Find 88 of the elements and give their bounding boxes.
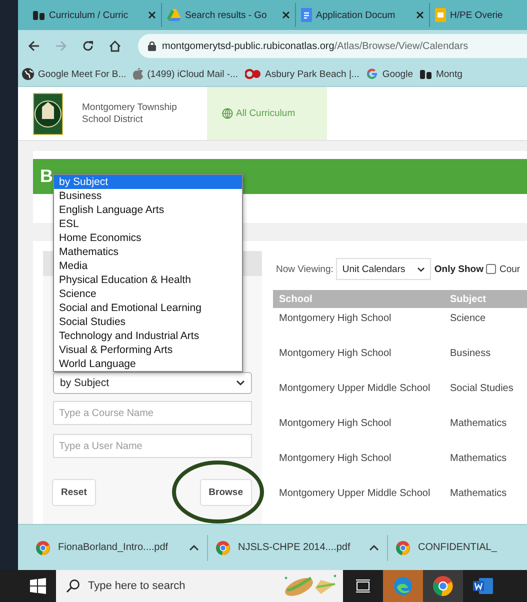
checkbox[interactable] bbox=[486, 264, 496, 274]
dropdown-option[interactable]: World Language bbox=[54, 357, 242, 371]
table-cell-text: Montgomery High School bbox=[278, 417, 392, 431]
dropdown-option[interactable]: Technology and Industrial Arts bbox=[54, 329, 242, 343]
logo-icon bbox=[33, 10, 45, 20]
task-view-icon[interactable] bbox=[356, 579, 370, 593]
download-item[interactable]: FionaBorland_Intro....pdf bbox=[28, 534, 208, 560]
download-item[interactable]: NJSLS-CHPE 2014....pdf bbox=[208, 534, 388, 560]
browse-button[interactable]: Browse bbox=[200, 479, 252, 506]
course-name-field[interactable]: Type a Course Name bbox=[53, 401, 252, 425]
dropdown-option[interactable]: Home Economics bbox=[54, 231, 242, 245]
logo-icon bbox=[420, 68, 432, 80]
table-cell-text: Mathematics bbox=[449, 452, 508, 466]
now-viewing-label: Now Viewing: bbox=[276, 264, 334, 274]
table-cell-text: Mathematics bbox=[449, 417, 508, 431]
back-arrow-icon[interactable] bbox=[28, 40, 40, 52]
tab-title: Application Docum bbox=[316, 10, 396, 20]
url-text: montgomerytsd-public.rubiconatlas.org/Atlas/Browse/View/Calendars bbox=[162, 40, 468, 52]
browser-tab[interactable]: H/PE Overie bbox=[430, 3, 527, 27]
bookmark-item[interactable]: Montg bbox=[420, 68, 462, 80]
dropdown-option[interactable]: Media bbox=[54, 259, 242, 273]
taskbar-search-field[interactable]: Type here to search bbox=[56, 570, 343, 602]
only-show-label: Only Show bbox=[434, 264, 484, 274]
globe-icon bbox=[222, 108, 233, 119]
dropdown-option[interactable]: Social and Emotional Learning bbox=[54, 301, 242, 315]
triangle-icon bbox=[167, 9, 181, 21]
table-cell-text: Montgomery Upper Middle School bbox=[278, 382, 432, 396]
table-cell-text: Social Studies bbox=[449, 382, 514, 396]
dropdown-option[interactable]: Science bbox=[54, 287, 242, 301]
user-name-field[interactable]: Type a User Name bbox=[53, 434, 252, 458]
tab-title: H/PE Overie bbox=[450, 10, 504, 20]
browser-tab[interactable]: Curriculum / Curric bbox=[28, 3, 162, 27]
word-app-icon[interactable] bbox=[473, 577, 493, 595]
bookmark-item[interactable]: (1499) iCloud Mail -... bbox=[133, 68, 238, 80]
google-g-icon bbox=[366, 68, 378, 80]
reset-button[interactable]: Reset bbox=[52, 479, 96, 506]
column-header: School bbox=[278, 292, 314, 306]
download-item[interactable]: CONFIDENTIAL_ bbox=[388, 534, 527, 560]
bookmark-item[interactable]: Google Meet For B... bbox=[22, 68, 126, 80]
document-icon bbox=[301, 8, 312, 22]
chrome-icon bbox=[216, 540, 230, 554]
dropdown-option[interactable]: Mathematics bbox=[54, 245, 242, 259]
chevron-up-icon[interactable] bbox=[189, 544, 199, 550]
search-icon bbox=[66, 579, 80, 593]
chevron-down-icon bbox=[236, 380, 245, 386]
table-cell-text: Business bbox=[449, 347, 492, 361]
view-select[interactable]: Unit Calendars bbox=[336, 258, 432, 280]
close-icon[interactable] bbox=[416, 11, 424, 19]
chrome-taskbar-icon[interactable] bbox=[423, 570, 463, 602]
bookmark-item[interactable]: Google bbox=[366, 68, 413, 80]
table-cell-text: Mathematics bbox=[449, 487, 508, 501]
dropdown-option[interactable]: Physical Education & Health bbox=[54, 273, 242, 287]
close-icon[interactable] bbox=[282, 11, 290, 19]
windows-start-icon[interactable] bbox=[30, 578, 46, 594]
chrome-icon bbox=[396, 540, 410, 554]
dropdown-option[interactable]: Social Studies bbox=[54, 315, 242, 329]
reload-icon[interactable] bbox=[82, 40, 94, 52]
slides-icon bbox=[435, 8, 446, 22]
table-cell-text: Montgomery High School bbox=[278, 452, 392, 466]
dropdown-option[interactable]: Visual & Performing Arts bbox=[54, 343, 242, 357]
dropdown-option[interactable]: English Language Arts bbox=[54, 203, 242, 217]
globe-icon bbox=[22, 68, 34, 80]
apple-icon bbox=[133, 68, 144, 80]
dropdown-option[interactable]: by Subject bbox=[54, 175, 242, 189]
subject-select[interactable]: by Subject bbox=[53, 372, 252, 394]
table-cell-text: Montgomery High School bbox=[278, 347, 392, 361]
table-cell-text: Montgomery Upper Middle School bbox=[278, 487, 432, 501]
tab-title: Search results - Go bbox=[185, 10, 268, 20]
bookmark-item[interactable]: Asbury Park Beach |... bbox=[245, 68, 360, 80]
close-icon[interactable] bbox=[148, 11, 156, 19]
chevron-down-icon bbox=[417, 266, 426, 272]
sandwich-drawing bbox=[283, 574, 339, 598]
home-icon[interactable] bbox=[109, 40, 121, 52]
browser-tab[interactable]: Application Docum bbox=[296, 3, 430, 27]
address-bar[interactable]: montgomerytsd-public.rubiconatlas.org/Atlas/Browse/View/Calendars bbox=[138, 34, 527, 58]
checkbox-label: Cour bbox=[499, 264, 520, 274]
logo-icon bbox=[245, 69, 261, 79]
tab-title: Curriculum / Curric bbox=[49, 10, 130, 20]
dropdown-option[interactable]: ESL bbox=[54, 217, 242, 231]
column-header: Subject bbox=[449, 292, 488, 306]
browser-tab[interactable]: Search results - Go bbox=[162, 3, 296, 27]
chevron-up-icon[interactable] bbox=[369, 544, 379, 550]
chrome-icon bbox=[36, 540, 50, 554]
lock-icon bbox=[148, 41, 156, 51]
table-cell-text: Science bbox=[449, 312, 487, 326]
school-crest-logo bbox=[33, 92, 63, 134]
table-cell-text: Montgomery High School bbox=[278, 312, 392, 326]
district-name: Montgomery Township School District bbox=[82, 102, 178, 126]
